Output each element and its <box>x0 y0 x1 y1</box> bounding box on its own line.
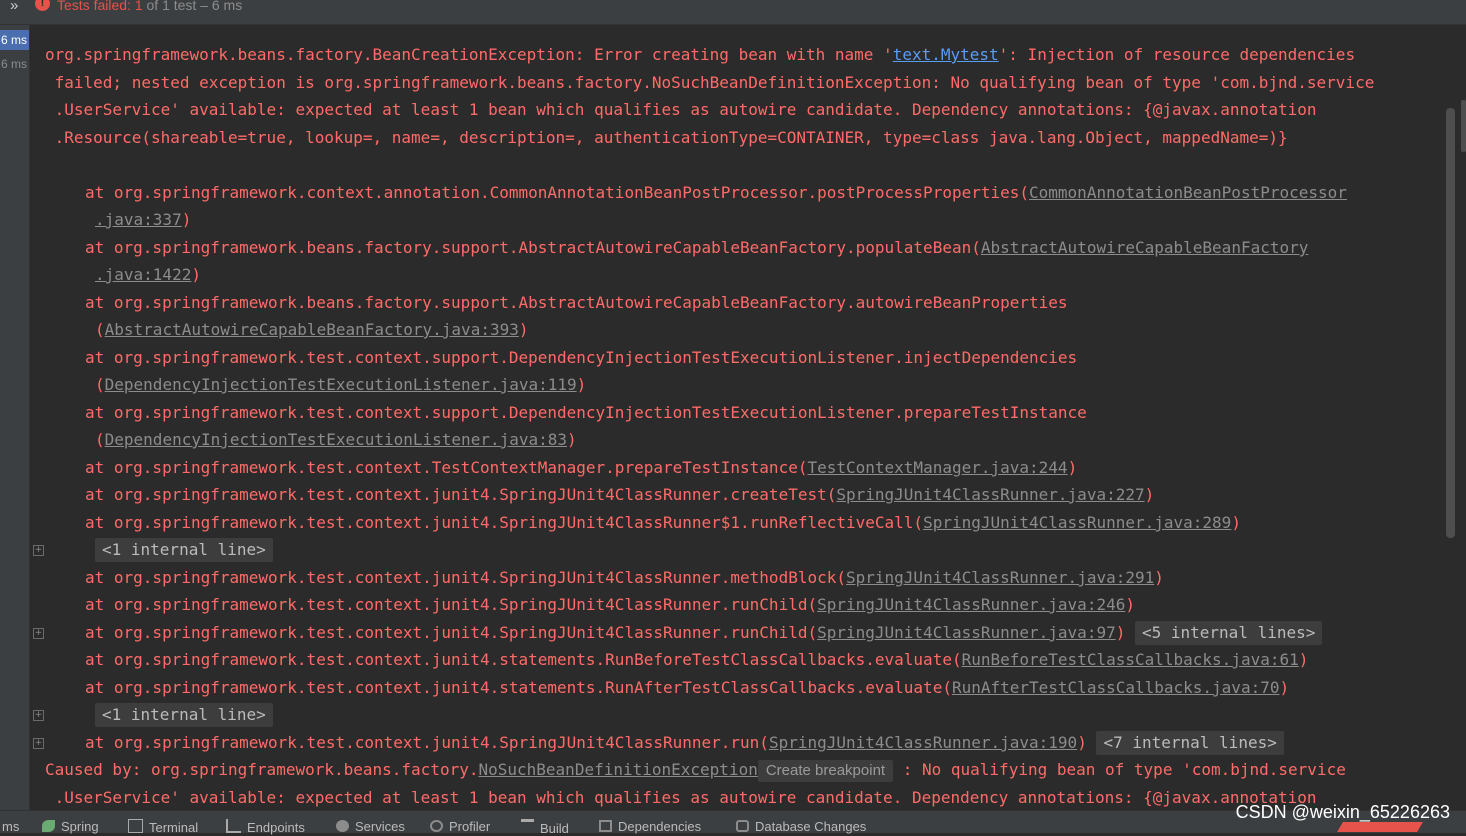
source-link[interactable]: RunBeforeTestClassCallbacks.java:61 <box>962 650 1299 669</box>
stack-frame-cont: .java:337) <box>95 210 192 229</box>
stack-frame: at org.springframework.test.context.juni… <box>85 621 1323 645</box>
stack-frame: at org.springframework.test.context.supp… <box>85 403 1087 422</box>
source-link[interactable]: CommonAnnotationBeanPostProcessor <box>1029 183 1347 202</box>
tab-terminal[interactable]: Terminal <box>128 819 198 835</box>
stack-frame: at org.springframework.beans.factory.sup… <box>85 238 1308 258</box>
text: at org.springframework.test.context.juni… <box>85 678 952 697</box>
text: at org.springframework.test.context.juni… <box>85 650 962 669</box>
stack-frame: at org.springframework.test.context.juni… <box>85 485 1155 504</box>
spring-icon <box>42 820 55 832</box>
source-link[interactable]: SpringJUnit4ClassRunner.java:246 <box>817 595 1125 614</box>
services-icon <box>336 820 349 832</box>
source-link[interactable]: TestContextManager.java:244 <box>807 458 1067 477</box>
text: ': Injection of resource dependencies <box>998 45 1356 64</box>
console-output: org.springframework.beans.factory.BeanCr… <box>0 0 1440 810</box>
text: at org.springframework.context.annotatio… <box>85 183 1030 202</box>
endpoints-icon <box>226 819 241 833</box>
exception-line: .UserService' available: expected at lea… <box>45 100 1317 119</box>
caused-by-line: .UserService' available: expected at lea… <box>45 788 1317 807</box>
tab-endpoints[interactable]: Endpoints <box>226 819 305 835</box>
profiler-icon <box>430 820 443 832</box>
tab-label: Build <box>540 821 569 836</box>
source-link[interactable]: AbstractAutowireCapableBeanFactory.java:… <box>105 320 519 339</box>
stack-frame: at org.springframework.context.annotatio… <box>85 183 1347 203</box>
source-link[interactable]: SpringJUnit4ClassRunner.java:289 <box>923 513 1231 532</box>
internal-lines-button[interactable]: <1 internal line> <box>95 703 273 727</box>
stack-frame: at org.springframework.test.context.juni… <box>85 595 1135 614</box>
internal-lines-fold: <1 internal line> <box>95 703 273 727</box>
secondary-scrollbar[interactable] <box>1461 100 1466 152</box>
tab-label: Terminal <box>149 820 199 835</box>
exception-line: org.springframework.beans.factory.BeanCr… <box>45 45 1355 65</box>
terminal-icon <box>128 819 143 833</box>
stack-frame: at org.springframework.test.context.juni… <box>85 731 1284 755</box>
stack-frame: at org.springframework.test.context.juni… <box>85 568 1164 587</box>
stack-frame-cont: (DependencyInjectionTestExecutionListene… <box>95 375 587 394</box>
stack-frame: at org.springframework.test.context.supp… <box>85 348 1078 367</box>
source-link[interactable]: SpringJUnit4ClassRunner.java:190 <box>769 733 1077 752</box>
internal-lines-fold: <1 internal line> <box>95 538 273 562</box>
source-link[interactable]: RunAfterTestClassCallbacks.java:70 <box>952 678 1280 697</box>
text: org.springframework.beans.factory.BeanCr… <box>45 45 893 64</box>
text: at org.springframework.beans.factory.sup… <box>85 238 981 257</box>
internal-lines-button[interactable]: <7 internal lines> <box>1096 731 1284 755</box>
internal-lines-button[interactable]: <1 internal line> <box>95 538 273 562</box>
class-link[interactable]: text.Mytest <box>893 45 999 64</box>
source-link[interactable]: SpringJUnit4ClassRunner.java:227 <box>836 485 1144 504</box>
internal-lines-button[interactable]: <5 internal lines> <box>1134 621 1323 645</box>
stack-frame-cont: (DependencyInjectionTestExecutionListene… <box>95 430 577 449</box>
database-icon <box>736 820 749 832</box>
stack-frame: at org.springframework.beans.factory.sup… <box>85 293 1068 312</box>
caused-by-line: Caused by: org.springframework.beans.fac… <box>45 760 1346 782</box>
stack-frame: at org.springframework.test.context.juni… <box>85 650 1309 669</box>
dependencies-icon <box>599 820 612 832</box>
source-link[interactable]: DependencyInjectionTestExecutionListener… <box>105 375 577 394</box>
create-breakpoint-button[interactable]: Create breakpoint <box>757 760 894 782</box>
text: at org.springframework.test.context.juni… <box>85 485 837 504</box>
text: at org.springframework.test.context.juni… <box>85 623 818 642</box>
stack-frame: at org.springframework.test.context.juni… <box>85 678 1290 697</box>
red-ribbon <box>1337 822 1423 832</box>
class-link[interactable]: NoSuchBeanDefinitionException <box>478 760 757 779</box>
exception-line: .Resource(shareable=true, lookup=, name=… <box>45 128 1288 147</box>
text: at org.springframework.test.context.juni… <box>85 568 846 587</box>
source-link[interactable]: .java:1422 <box>95 265 191 284</box>
tab-label: Endpoints <box>247 820 305 835</box>
text: : No qualifying bean of type 'com.bjnd.s… <box>893 760 1346 779</box>
source-link[interactable]: SpringJUnit4ClassRunner.java:97 <box>817 623 1116 642</box>
exception-line: failed; nested exception is org.springfr… <box>45 73 1375 92</box>
text: at org.springframework.test.context.juni… <box>85 595 818 614</box>
stack-frame-cont: (AbstractAutowireCapableBeanFactory.java… <box>95 320 529 339</box>
text: at org.springframework.test.context.juni… <box>85 733 769 752</box>
source-link[interactable]: AbstractAutowireCapableBeanFactory <box>981 238 1309 257</box>
watermark: CSDN @weixin_65226263 <box>1235 802 1450 822</box>
source-link[interactable]: DependencyInjectionTestExecutionListener… <box>105 430 567 449</box>
source-link[interactable]: .java:337 <box>95 210 182 229</box>
source-link[interactable]: SpringJUnit4ClassRunner.java:291 <box>846 568 1154 587</box>
text: Caused by: org.springframework.beans.fac… <box>45 760 479 779</box>
vertical-scrollbar[interactable] <box>1446 108 1455 538</box>
stack-frame-cont: .java:1422) <box>95 265 201 284</box>
text: at org.springframework.test.context.Test… <box>85 458 808 477</box>
stack-frame: at org.springframework.test.context.Test… <box>85 458 1078 477</box>
text: at org.springframework.test.context.juni… <box>85 513 924 532</box>
tab-build[interactable]: Build <box>521 819 569 836</box>
stack-frame: at org.springframework.test.context.juni… <box>85 513 1241 532</box>
